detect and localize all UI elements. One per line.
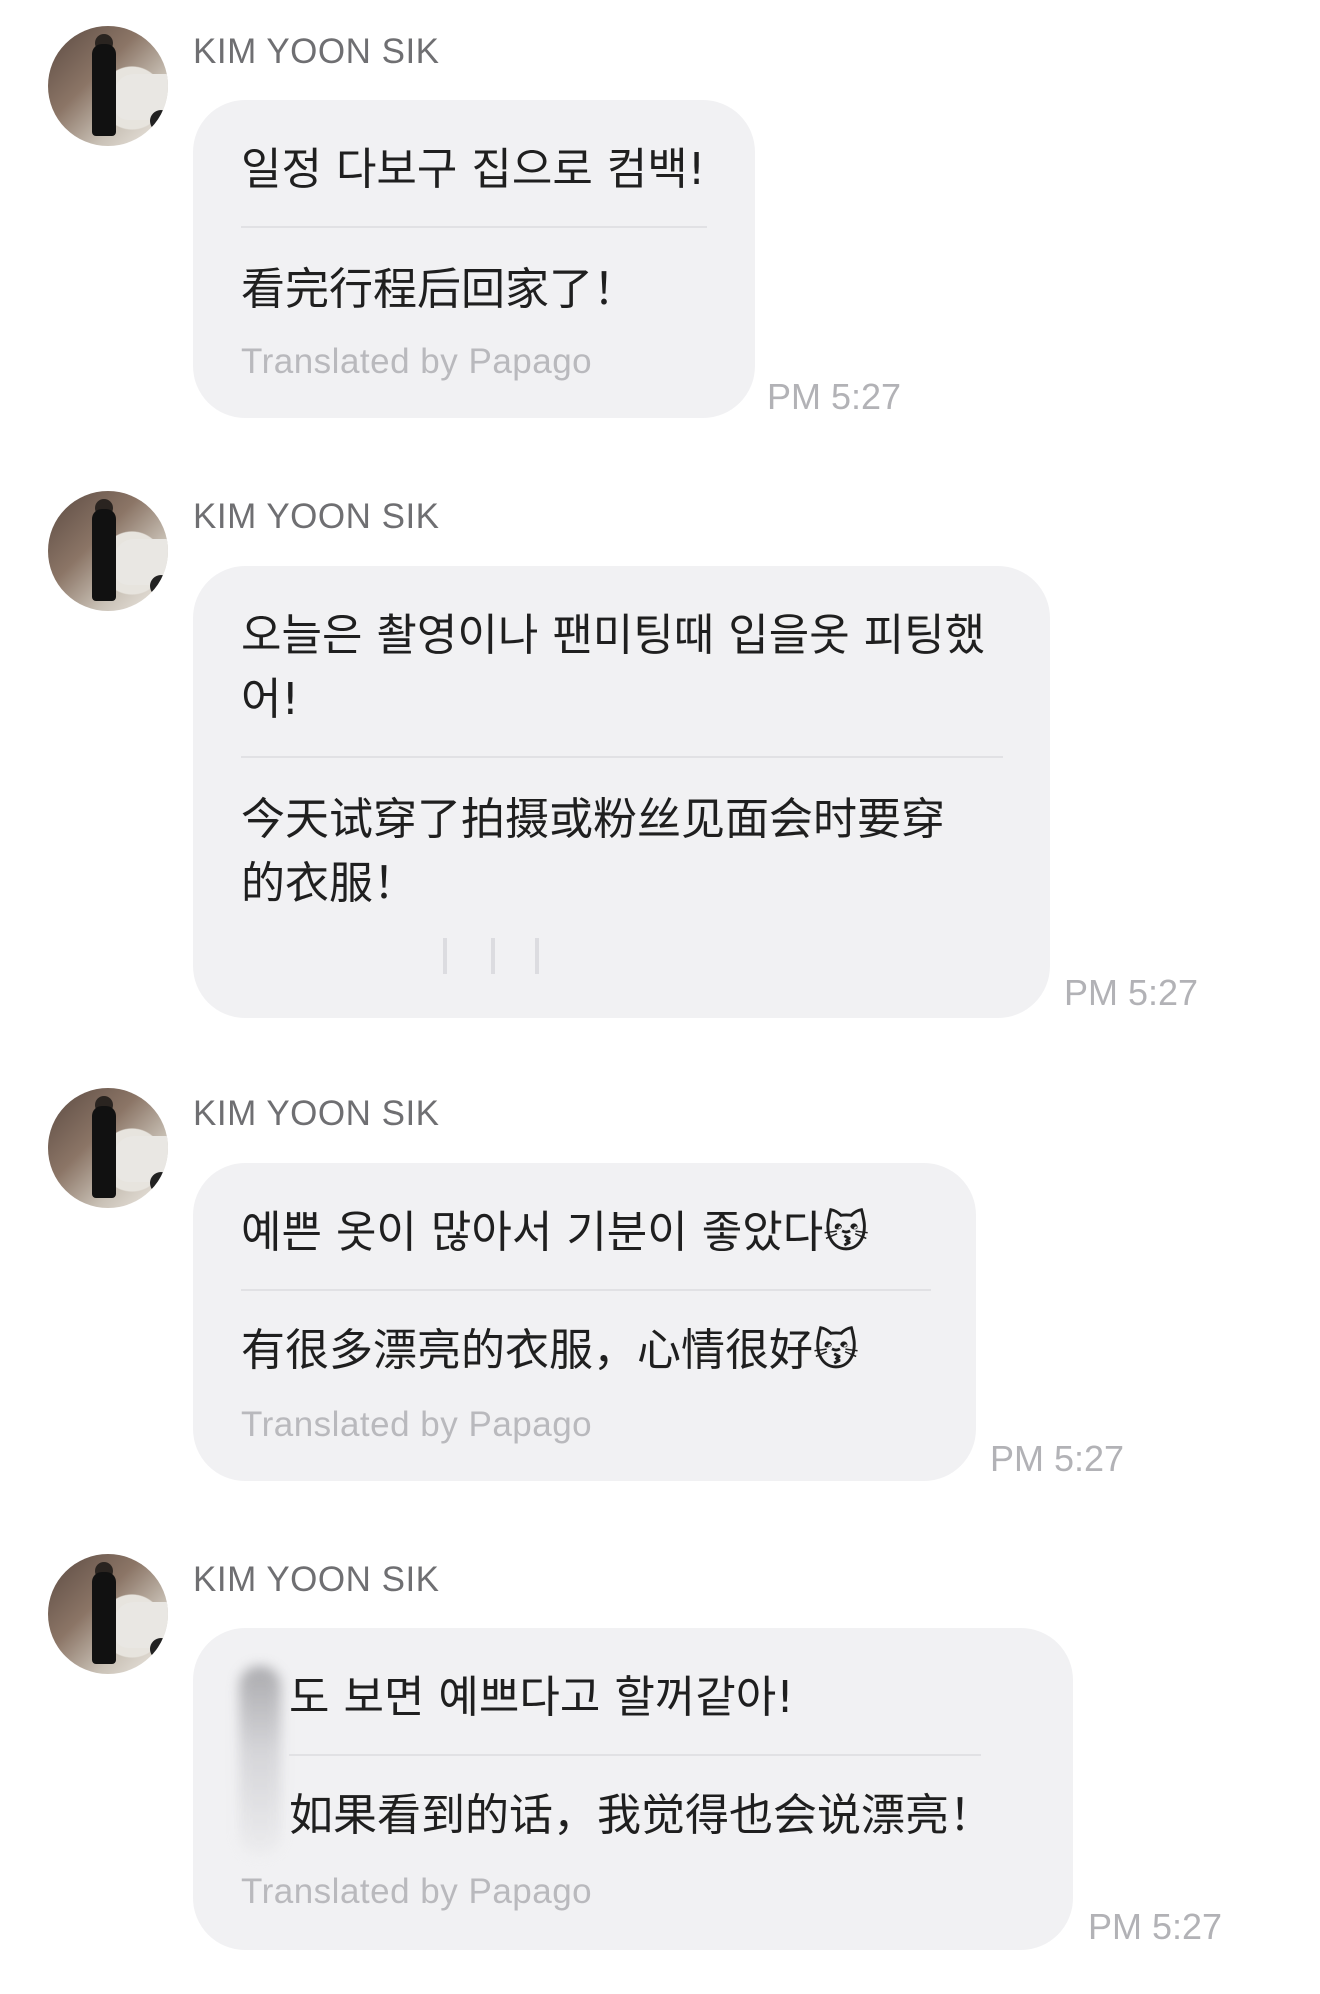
original-text-line-2: 어!	[241, 674, 300, 725]
avatar-wheel	[150, 1172, 168, 1194]
translated-text: 看完行程后回家了！	[241, 264, 637, 315]
message-bubble[interactable]: 오늘은 촬영이나 팬미팅때 입을옷 피팅했 어! 今天试穿了拍摄或粉丝见面会时要…	[193, 566, 1050, 1018]
translation-divider	[241, 1289, 931, 1291]
message-time: PM 5:27	[1064, 972, 1199, 1013]
translation-credit: Translated by Papago	[241, 342, 593, 381]
original-text: 일정 다보구 집으로 컴백!	[241, 144, 706, 195]
avatar-figure	[92, 509, 116, 601]
message-time: PM 5:27	[767, 376, 902, 417]
avatar-figure	[92, 1572, 116, 1664]
avatar-wheel	[150, 110, 168, 132]
sender-name: KIM YOON SIK	[193, 1094, 440, 1133]
rendering-artifact	[443, 938, 563, 978]
message-bubble[interactable]: 일정 다보구 집으로 컴백! 看完行程后回家了！ Translated by P…	[193, 100, 755, 418]
original-text: 도 보면 예쁘다고 할꺼같아!	[289, 1672, 794, 1723]
message-bubble[interactable]: 예쁜 옷이 많아서 기분이 좋았다😽 有很多漂亮的衣服，心情很好😽 Transl…	[193, 1163, 976, 1481]
sender-avatar[interactable]	[48, 26, 168, 146]
sender-name: KIM YOON SIK	[193, 32, 440, 71]
translation-credit: Translated by Papago	[241, 1872, 593, 1911]
sender-avatar[interactable]	[48, 1554, 168, 1674]
sender-name: KIM YOON SIK	[193, 497, 440, 536]
artifact-mark	[443, 938, 447, 974]
message-2: KIM YOON SIK 오늘은 촬영이나 팬미팅때 입을옷 피팅했 어! 今天…	[0, 466, 1320, 1046]
translated-text: 如果看到的话，我觉得也会说漂亮！	[289, 1790, 993, 1841]
message-time: PM 5:27	[990, 1438, 1125, 1479]
message-bubble[interactable]: 도 보면 예쁘다고 할꺼같아! 如果看到的话，我觉得也会说漂亮！ Transla…	[193, 1628, 1073, 1950]
translation-credit: Translated by Papago	[241, 1405, 593, 1444]
translation-divider	[241, 756, 1003, 758]
message-1: KIM YOON SIK 일정 다보구 집으로 컴백! 看完行程后回家了！ Tr…	[0, 0, 1320, 440]
message-4: KIM YOON SIK 도 보면 예쁘다고 할꺼같아! 如果看到的话，我觉得也…	[0, 1530, 1320, 1990]
message-time: PM 5:27	[1088, 1906, 1223, 1947]
message-3: KIM YOON SIK 예쁜 옷이 많아서 기분이 좋았다😽 有很多漂亮的衣服…	[0, 1064, 1320, 1494]
artifact-mark	[535, 938, 539, 974]
avatar-wheel	[150, 575, 168, 597]
avatar-wheel	[150, 1638, 168, 1660]
translation-divider	[289, 1754, 981, 1756]
sender-name: KIM YOON SIK	[193, 1560, 440, 1599]
translation-divider	[241, 226, 707, 228]
sender-avatar[interactable]	[48, 1088, 168, 1208]
avatar-figure	[92, 1106, 116, 1198]
translated-text: 有很多漂亮的衣服，心情很好😽	[241, 1325, 859, 1376]
original-text: 예쁜 옷이 많아서 기분이 좋았다😽	[241, 1207, 870, 1258]
translated-text-line-1: 今天试穿了拍摄或粉丝见面会时要穿	[241, 794, 945, 845]
avatar-figure	[92, 44, 116, 136]
artifact-mark	[491, 938, 495, 974]
blurred-overlay-figure	[239, 1666, 281, 1856]
original-text-line-1: 오늘은 촬영이나 팬미팅때 입을옷 피팅했	[241, 610, 986, 661]
translated-text-line-2: 的衣服！	[241, 858, 417, 909]
sender-avatar[interactable]	[48, 491, 168, 611]
